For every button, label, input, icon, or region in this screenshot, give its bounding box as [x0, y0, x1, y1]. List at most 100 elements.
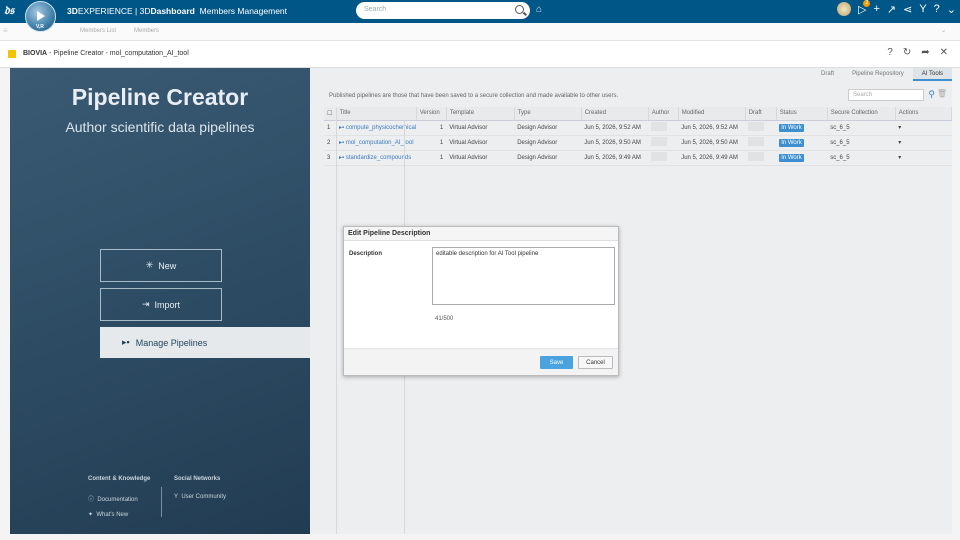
brand-dashboard: Dashboard	[150, 6, 195, 16]
row-number: 1	[324, 120, 336, 136]
column-header[interactable]: Created	[581, 107, 649, 121]
column-header[interactable]: Draft	[745, 107, 777, 121]
network-icon[interactable]: ⋖	[903, 3, 912, 16]
filter-input[interactable]: Search	[848, 89, 924, 101]
brand-3d: 3D	[67, 6, 78, 16]
help-icon[interactable]: ?	[887, 47, 893, 58]
notifications-icon[interactable]: ▷ 2	[858, 0, 871, 16]
whats-new-label: What's New	[96, 512, 129, 518]
share-icon[interactable]: ↗	[887, 3, 896, 16]
draft-cell	[745, 135, 777, 151]
app-title: BIOVIA - Pipeline Creator - mol_computat…	[23, 50, 189, 57]
trash-icon[interactable]: 🗑	[937, 89, 947, 98]
documentation-link[interactable]: ⓘ Documentation	[88, 494, 138, 503]
page-title: Pipeline Creator	[71, 84, 249, 110]
avatar[interactable]	[836, 2, 851, 16]
documentation-label: Documentation	[97, 497, 138, 503]
compass-label: V,R	[36, 24, 44, 30]
footer-heading: Social Networks	[174, 476, 221, 482]
description-textarea[interactable]: editable description for AI Tool pipelin…	[432, 247, 615, 305]
biovia-icon	[8, 50, 16, 58]
column-header[interactable]: Author	[648, 107, 679, 121]
save-button[interactable]: Save	[540, 356, 573, 369]
app-title-rest: - Pipeline Creator - mol_computation_AI_…	[47, 50, 189, 57]
author-cell	[648, 135, 679, 151]
import-label: Import	[154, 299, 181, 310]
search-placeholder: Search	[364, 6, 387, 13]
column-header[interactable]: Type	[514, 107, 582, 121]
search-icon[interactable]: ⚲	[928, 89, 935, 100]
manage-pipelines-button[interactable]: ▸▪ Manage Pipelines	[100, 327, 310, 358]
author-cell	[648, 120, 679, 136]
import-button[interactable]: ⇥ Import	[100, 288, 222, 321]
add-icon[interactable]: +	[873, 3, 879, 15]
column-header[interactable]: Template	[446, 107, 515, 121]
cancel-button[interactable]: Cancel	[578, 356, 613, 369]
table-header-row: ☐ Title Version Template Type Created Au…	[324, 107, 953, 121]
draft-cell	[745, 120, 777, 136]
version-cell: 1	[416, 150, 447, 166]
chevron-down-icon[interactable]: ⌄	[941, 27, 946, 34]
status-badge: In Work	[779, 153, 804, 162]
draft-cell	[745, 150, 777, 166]
actions-dropdown[interactable]: ▾	[895, 120, 952, 136]
top-actions: ▷ 2 + ↗ ⋖ Y ? ⌄	[836, 0, 956, 16]
top-bar: 𝔡𝔰 V,R 3DEXPERIENCE | 3DDashboard Member…	[0, 0, 960, 32]
type-cell: Design Advisor	[514, 120, 582, 136]
menu-icon[interactable]: ≡	[3, 26, 8, 35]
search-icon[interactable]	[515, 5, 524, 14]
play-icon	[37, 11, 45, 21]
tab-draft[interactable]: Draft	[812, 68, 843, 81]
column-header[interactable]: Title	[336, 107, 417, 121]
brand-title: 3DEXPERIENCE | 3DDashboard Members Manag…	[67, 6, 287, 16]
tab-ai-tools[interactable]: AI Tools	[912, 68, 952, 81]
column-header[interactable]: Modified	[678, 107, 746, 121]
close-icon[interactable]: ✕	[940, 47, 948, 58]
select-all-checkbox[interactable]: ☐	[324, 107, 337, 121]
app-brand: BIOVIA	[23, 50, 48, 57]
chevron-down-icon[interactable]: ⌄	[947, 3, 956, 16]
user-community-link[interactable]: Y User Community	[174, 494, 226, 500]
global-search-input[interactable]: Search	[356, 2, 530, 19]
actions-dropdown[interactable]: ▾	[895, 150, 952, 166]
new-label: New	[158, 260, 177, 271]
share-icon[interactable]: ➦	[921, 47, 929, 58]
page-subtitle: Author scientific data pipelines	[65, 119, 255, 135]
apps-icon[interactable]: Y	[919, 3, 926, 15]
tab-pipeline-repository[interactable]: Pipeline Repository	[843, 68, 913, 81]
refresh-icon[interactable]: ↻	[903, 47, 911, 58]
status-cell: In Work	[776, 120, 828, 136]
pipeline-icon: ▸▪	[339, 140, 346, 146]
column-header[interactable]: Status	[776, 107, 828, 121]
collection-cell: sc_6_5	[827, 150, 896, 166]
dashboard-tab[interactable]: Members	[134, 28, 159, 34]
table-row[interactable]: 2 ▸▪ mol_computation_AI_tool 1 Virtual A…	[324, 135, 952, 151]
modified-cell: Jun 5, 2026, 9:49 AM	[678, 150, 746, 166]
column-header[interactable]: Version	[416, 107, 447, 121]
app-header: BIOVIA - Pipeline Creator - mol_computat…	[0, 41, 960, 68]
draft-placeholder	[748, 122, 765, 131]
edit-description-dialog: Edit Pipeline Description Description ed…	[343, 226, 619, 376]
author-placeholder	[651, 137, 668, 146]
table-row[interactable]: 3 ▸▪ standardize_compounds 1 Virtual Adv…	[324, 150, 952, 166]
status-badge: In Work	[779, 123, 804, 132]
help-icon[interactable]: ?	[934, 3, 940, 15]
actions-dropdown[interactable]: ▾	[895, 135, 952, 151]
tag-icon[interactable]: ⌂	[536, 4, 542, 15]
column-header[interactable]: Secure Collection	[827, 107, 896, 121]
template-cell: Virtual Advisor	[446, 120, 515, 136]
pipelines-table: ☐ Title Version Template Type Created Au…	[324, 107, 953, 166]
notification-badge: 2	[863, 0, 871, 7]
table-row[interactable]: 1 ▸▪ compute_physicochemical 1 Virtual A…	[324, 120, 952, 136]
whats-new-link[interactable]: ✦ What's New	[88, 511, 128, 518]
dashboard-tab[interactable]: Members List	[80, 28, 116, 34]
compass-button[interactable]: V,R	[25, 1, 56, 32]
manage-label: Manage Pipelines	[135, 337, 208, 348]
new-button[interactable]: ✳ New	[100, 249, 222, 282]
version-cell: 1	[416, 135, 447, 151]
version-cell: 1	[416, 120, 447, 136]
type-cell: Design Advisor	[514, 135, 582, 151]
user-community-label: User Community	[181, 494, 227, 500]
collection-cell: sc_6_5	[827, 120, 896, 136]
column-divider	[336, 120, 337, 534]
